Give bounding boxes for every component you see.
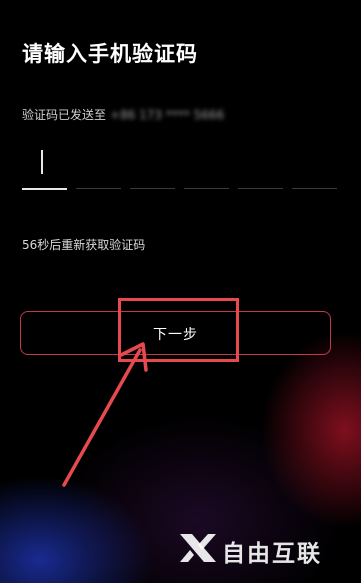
annotation-highlight-box (118, 298, 239, 362)
code-digit-3[interactable] (130, 150, 175, 189)
page-title: 请输入手机验证码 (22, 42, 198, 66)
code-digit-1[interactable] (22, 150, 67, 190)
x-logo-icon (180, 534, 216, 562)
text-cursor (41, 150, 43, 174)
watermark-text: 自由互联 (222, 541, 322, 567)
resend-countdown[interactable]: 56秒后重新获取验证码 (22, 236, 145, 253)
watermark: 自由互联 (178, 528, 354, 568)
code-sent-info: 验证码已发送至 +86 173 **** 5666 (22, 106, 224, 122)
screen: 请输入手机验证码 验证码已发送至 +86 173 **** 5666 56秒后重新… (0, 0, 361, 583)
code-digit-6[interactable] (292, 150, 337, 189)
masked-phone-number: +86 173 **** 5666 (110, 108, 225, 122)
code-digit-2[interactable] (76, 150, 121, 189)
code-sent-label: 验证码已发送至 (22, 108, 107, 122)
verification-code-input[interactable] (22, 150, 342, 190)
code-digit-4[interactable] (184, 150, 229, 189)
code-digit-5[interactable] (238, 150, 283, 189)
annotation-arrow-icon (62, 342, 148, 487)
